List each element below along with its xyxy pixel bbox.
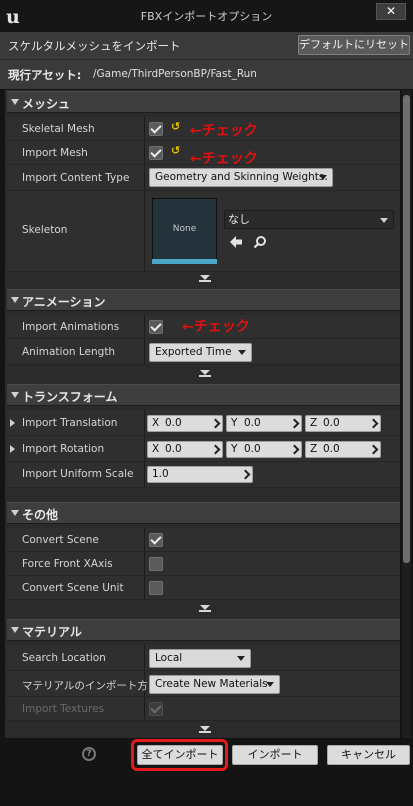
dialog-heading: スケルタルメッシュをインポート <box>8 39 181 53</box>
translation-x-field[interactable]: X 0.0 <box>147 415 223 432</box>
dropdown-value: Exported Time <box>155 346 232 358</box>
skeleton-label: Skeleton <box>22 224 68 236</box>
picker-value: なし <box>228 213 250 226</box>
skeleton-thumbnail-accent <box>152 259 217 264</box>
rotation-z-field[interactable]: Z 0.0 <box>305 441 381 458</box>
convert-scene-unit-checkbox[interactable] <box>149 581 163 595</box>
dropdown-arrow-icon <box>319 175 327 180</box>
convert-scene-unit-label: Convert Scene Unit <box>22 582 124 594</box>
drag-handle-icon <box>368 444 379 455</box>
translation-z-field[interactable]: Z 0.0 <box>305 415 381 432</box>
dropdown-value: Local <box>155 652 183 664</box>
advanced-expander[interactable] <box>7 272 400 284</box>
import-all-button[interactable]: 全てインポート <box>137 745 223 765</box>
expand-right-icon[interactable] <box>10 445 15 453</box>
skeleton-thumbnail-label: None <box>172 224 197 234</box>
import-button[interactable]: インポート <box>232 745 318 765</box>
import-mesh-label: Import Mesh <box>22 147 88 159</box>
use-selected-arrow-icon[interactable] <box>229 235 243 249</box>
drag-handle-icon <box>368 418 379 429</box>
dropdown-value: Geometry and Skinning Weights. <box>155 171 328 183</box>
animation-length-dropdown[interactable]: Exported Time <box>149 343 252 362</box>
category-title: アニメーション <box>22 295 106 309</box>
translation-y-field[interactable]: Y 0.0 <box>226 415 302 432</box>
drag-handle-icon <box>289 418 300 429</box>
import-uniform-scale-label: Import Uniform Scale <box>22 468 134 480</box>
uniform-scale-field[interactable]: 1.0 <box>147 466 253 483</box>
current-asset-path: /Game/ThirdPersonBP/Fast_Run <box>93 68 257 80</box>
collapse-arrow-icon <box>11 392 19 398</box>
advanced-expander[interactable] <box>7 723 400 735</box>
import-content-type-label: Import Content Type <box>22 172 130 184</box>
search-location-label: Search Location <box>22 652 106 664</box>
dropdown-arrow-icon <box>380 218 388 223</box>
reset-to-default-button[interactable]: デフォルトにリセット <box>298 35 410 55</box>
drag-handle-icon <box>210 444 221 455</box>
category-title: その他 <box>22 508 59 522</box>
animation-length-label: Animation Length <box>22 346 116 358</box>
import-textures-label: Import Textures <box>22 703 105 715</box>
annotation-check-note: ←チェック <box>190 123 258 139</box>
dropdown-arrow-icon <box>237 656 245 661</box>
window-title: FBXインポートオプション <box>140 10 273 23</box>
collapse-arrow-icon <box>11 510 19 516</box>
category-title: マテリアル <box>22 625 82 639</box>
import-textures-checkbox <box>149 702 163 716</box>
force-front-xaxis-checkbox[interactable] <box>149 557 163 571</box>
category-title: トランスフォーム <box>22 390 118 404</box>
import-content-type-dropdown[interactable]: Geometry and Skinning Weights. <box>149 168 333 187</box>
expand-right-icon[interactable] <box>10 419 15 427</box>
drag-handle-icon <box>210 418 221 429</box>
advanced-expander[interactable] <box>7 367 400 379</box>
material-import-method-label: マテリアルのインポート方 <box>22 680 148 692</box>
import-animations-label: Import Animations <box>22 321 120 333</box>
import-translation-label: Import Translation <box>22 417 118 429</box>
category-misc[interactable]: その他 <box>7 502 400 524</box>
import-rotation-label: Import Rotation <box>22 443 105 455</box>
browse-magnifier-icon[interactable] <box>253 235 267 249</box>
cancel-button[interactable]: キャンセル <box>327 745 410 765</box>
drag-handle-icon <box>240 469 251 480</box>
dropdown-arrow-icon <box>266 682 274 687</box>
rotation-y-field[interactable]: Y 0.0 <box>226 441 302 458</box>
collapse-arrow-icon <box>11 627 19 633</box>
collapse-arrow-icon <box>11 99 19 105</box>
rotation-x-field[interactable]: X 0.0 <box>147 441 223 458</box>
skeletal-mesh-label: Skeletal Mesh <box>22 123 95 135</box>
convert-scene-checkbox[interactable] <box>149 533 163 547</box>
reset-value-arrow-icon[interactable]: ↺ <box>171 144 180 157</box>
category-title: メッシュ <box>22 97 71 111</box>
close-button[interactable]: ✕ <box>376 3 406 20</box>
scrollbar-thumb[interactable] <box>403 95 410 563</box>
dropdown-arrow-icon <box>238 350 246 355</box>
skeletal-mesh-checkbox[interactable] <box>149 122 163 136</box>
category-material[interactable]: マテリアル <box>7 619 400 641</box>
collapse-arrow-icon <box>11 297 19 303</box>
convert-scene-label: Convert Scene <box>22 534 99 546</box>
annotation-check-note: ←チェック <box>182 319 250 335</box>
skeleton-asset-picker[interactable]: なし <box>224 210 394 229</box>
category-transform[interactable]: トランスフォーム <box>7 384 400 406</box>
reset-value-arrow-icon[interactable]: ↺ <box>171 120 180 133</box>
category-animation[interactable]: アニメーション <box>7 289 400 311</box>
advanced-expander[interactable] <box>7 602 400 614</box>
current-asset-label: 現行アセット: <box>8 68 82 82</box>
help-icon[interactable]: ? <box>82 747 96 761</box>
import-animations-checkbox[interactable] <box>149 320 163 334</box>
import-mesh-checkbox[interactable] <box>149 146 163 160</box>
drag-handle-icon <box>289 444 300 455</box>
material-import-method-dropdown[interactable]: Create New Materials <box>149 675 280 694</box>
search-location-dropdown[interactable]: Local <box>149 649 251 668</box>
force-front-xaxis-label: Force Front XAxis <box>22 558 113 570</box>
category-mesh[interactable]: メッシュ <box>7 91 400 113</box>
dropdown-value: Create New Materials <box>155 678 268 690</box>
